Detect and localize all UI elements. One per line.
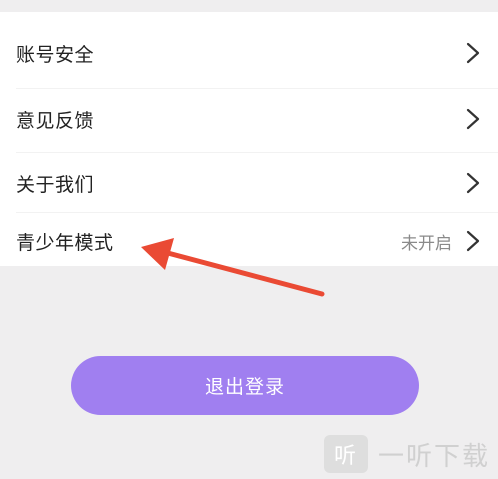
chevron-right-icon: [466, 108, 480, 130]
logout-button[interactable]: 退出登录: [71, 356, 419, 415]
chevron-right-icon: [466, 42, 480, 64]
watermark: 听 一听下载: [323, 435, 490, 473]
menu-item-account-security[interactable]: 账号安全: [0, 22, 498, 84]
menu-item-label: 关于我们: [16, 173, 95, 196]
menu-item-label: 意见反馈: [16, 109, 95, 132]
chevron-right-icon: [466, 172, 480, 194]
settings-menu: 账号安全 意见反馈 关于我们 青少年模式 未开启: [0, 12, 498, 266]
watermark-text: 一听下载: [377, 441, 490, 472]
menu-item-feedback[interactable]: 意见反馈: [0, 88, 498, 150]
menu-item-about-us[interactable]: 关于我们: [0, 152, 498, 214]
chevron-right-icon: [466, 230, 480, 252]
teen-mode-status: 未开启: [401, 233, 452, 254]
top-strip: [0, 0, 498, 12]
menu-item-label: 青少年模式: [16, 231, 114, 254]
menu-item-label: 账号安全: [16, 43, 95, 66]
settings-page: 账号安全 意见反馈 关于我们 青少年模式 未开启 退出登录 听 一听下载: [0, 0, 498, 479]
watermark-logo: 听: [323, 435, 368, 473]
menu-item-teen-mode[interactable]: 青少年模式 未开启: [0, 210, 498, 272]
